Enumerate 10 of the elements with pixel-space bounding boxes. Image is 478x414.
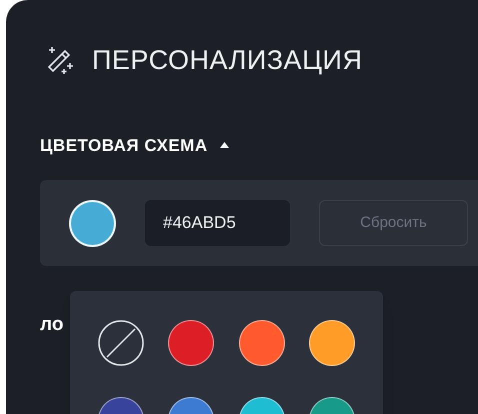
magic-wand-icon [46,45,74,76]
no-color-swatch[interactable] [98,320,144,366]
page-title: ПЕРСОНАЛИЗАЦИЯ [92,44,362,77]
hex-input[interactable]: #46ABD5 [145,200,290,246]
color-swatch[interactable] [238,320,284,366]
section-heading: ло [40,314,64,335]
color-swatch[interactable] [308,320,355,366]
current-color-swatch[interactable] [69,200,116,246]
section-header[interactable]: ЦВЕТОВАЯ СХЕМА [40,132,229,158]
color-swatch[interactable] [168,320,214,366]
